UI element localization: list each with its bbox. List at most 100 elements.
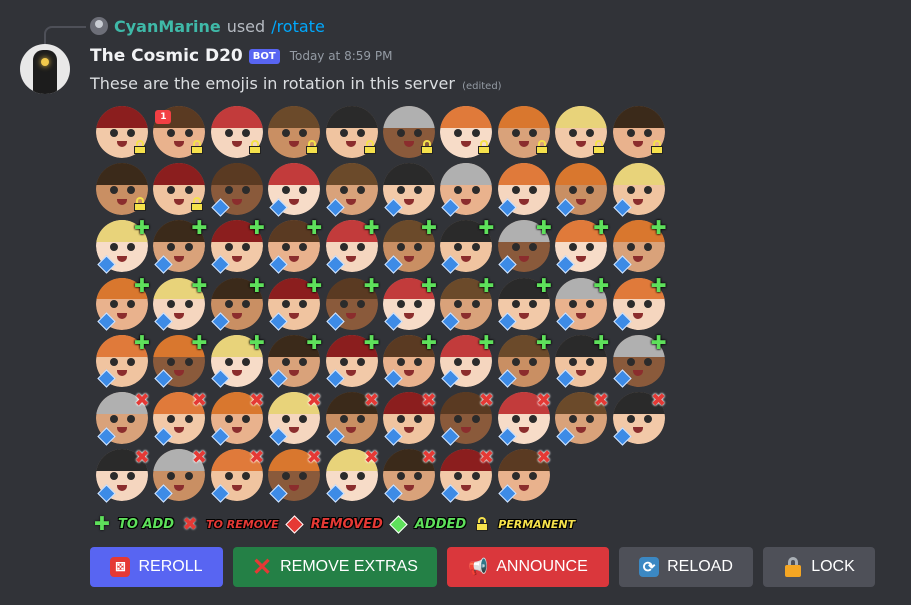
plus-icon: ✚ <box>94 513 110 535</box>
remove-extras-label: REMOVE EXTRAS <box>280 558 418 575</box>
avatar-glow <box>41 58 49 66</box>
current-diamond-icon <box>613 197 632 217</box>
x-icon: ✖ <box>249 446 265 468</box>
plus-icon: ✚ <box>478 331 495 354</box>
plus-icon: ✚ <box>535 331 552 354</box>
current-diamond-icon <box>211 369 230 388</box>
current-diamond-icon <box>555 426 575 446</box>
lock-icon <box>363 140 376 154</box>
plus-icon: ✚ <box>306 331 323 354</box>
legend-to-add: TO ADD <box>118 516 175 532</box>
message-text: These are the emojis in rotation in this… <box>90 74 455 93</box>
legend-removed: REMOVED <box>310 516 383 532</box>
current-diamond-icon <box>383 483 403 503</box>
reply-avatar[interactable] <box>90 17 108 35</box>
x-icon: ✖ <box>182 513 198 535</box>
current-diamond-icon <box>441 255 460 274</box>
current-diamond-icon <box>268 197 288 217</box>
current-diamond-icon <box>211 255 230 274</box>
current-diamond-icon <box>326 483 345 503</box>
current-diamond-icon <box>383 197 403 217</box>
x-icon: ✖ <box>536 446 552 468</box>
lock-icon <box>650 140 663 154</box>
current-diamond-icon <box>268 312 288 331</box>
plus-icon: ✚ <box>421 274 437 297</box>
lock-icon <box>134 140 146 154</box>
announce-button[interactable]: 📢 ANNOUNCE <box>447 547 609 587</box>
current-diamond-icon <box>96 483 116 503</box>
x-icon: ✖ <box>306 446 322 468</box>
x-icon: ✖ <box>134 446 150 468</box>
lock-icon <box>535 140 548 154</box>
padlock-icon <box>783 557 803 577</box>
x-icon: ✖ <box>306 389 322 411</box>
x-icon: ✖ <box>191 389 207 411</box>
current-diamond-icon <box>555 369 575 388</box>
current-diamond-icon <box>441 483 460 503</box>
current-diamond-icon <box>154 369 173 388</box>
removed-diamond-icon <box>285 514 304 534</box>
current-diamond-icon <box>498 426 517 446</box>
reply-connector <box>44 26 86 44</box>
legend: ✚ TO ADD ✖ TO REMOVE REMOVED ADDED PERMA… <box>94 513 576 535</box>
reply-used-text: used <box>226 16 266 36</box>
x-icon: ✖ <box>478 389 494 411</box>
legend-permanent: PERMANENT <box>498 517 576 531</box>
current-diamond-icon <box>613 312 632 331</box>
plus-icon: ✚ <box>191 331 208 354</box>
x-icon: ✖ <box>593 389 609 411</box>
added-diamond-icon <box>389 514 409 534</box>
plus-icon: ✚ <box>650 274 667 297</box>
plus-icon: ✚ <box>535 274 552 297</box>
lock-icon <box>248 140 261 154</box>
lock-icon <box>191 140 204 154</box>
current-diamond-icon <box>326 369 345 388</box>
lock-button[interactable]: LOCK <box>763 547 875 587</box>
current-diamond-icon <box>326 312 345 331</box>
cross-icon: ✕ <box>252 553 273 581</box>
remove-extras-button[interactable]: ✕ REMOVE EXTRAS <box>233 547 437 587</box>
plus-icon: ✚ <box>478 217 495 240</box>
die-icon: ⚄ <box>110 557 131 577</box>
current-diamond-icon <box>555 255 575 274</box>
current-diamond-icon <box>211 312 230 331</box>
reload-button[interactable]: ⟳ RELOAD <box>619 547 753 587</box>
current-diamond-icon <box>441 426 460 446</box>
reply-username[interactable]: CyanMarine <box>114 17 221 36</box>
x-icon: ✖ <box>478 446 494 468</box>
plus-icon: ✚ <box>593 217 610 240</box>
current-diamond-icon <box>326 197 345 217</box>
reload-label: RELOAD <box>667 558 733 575</box>
lock-icon <box>474 516 490 532</box>
current-diamond-icon <box>326 426 345 446</box>
message-timestamp[interactable]: Today at 8:59 PM <box>290 49 393 63</box>
current-diamond-icon <box>268 255 288 274</box>
current-diamond-icon <box>211 426 230 446</box>
current-diamond-icon <box>498 197 517 217</box>
current-diamond-icon <box>555 197 575 217</box>
plus-icon: ✚ <box>248 331 265 354</box>
current-diamond-icon <box>383 426 403 446</box>
x-icon: ✖ <box>364 446 380 468</box>
bot-avatar[interactable] <box>20 44 70 94</box>
announce-label: ANNOUNCE <box>496 558 588 575</box>
lock-icon <box>191 197 204 212</box>
reroll-button[interactable]: ⚄ REROLL <box>90 547 223 587</box>
x-icon: ✖ <box>421 446 437 468</box>
plus-icon: ✚ <box>363 217 380 240</box>
bot-name[interactable]: The Cosmic D20 <box>90 46 243 66</box>
reroll-label: REROLL <box>138 558 203 575</box>
current-diamond-icon <box>268 426 288 446</box>
reply-reference[interactable]: CyanMarine used /rotate <box>90 16 325 36</box>
current-diamond-icon <box>613 426 632 446</box>
plus-icon: ✚ <box>650 217 667 240</box>
current-diamond-icon <box>268 483 288 503</box>
current-diamond-icon <box>383 369 403 388</box>
current-diamond-icon <box>96 426 116 446</box>
current-diamond-icon <box>555 312 575 331</box>
legend-to-remove: TO REMOVE <box>206 517 279 531</box>
reply-command[interactable]: /rotate <box>271 17 325 36</box>
current-diamond-icon <box>211 483 230 503</box>
x-icon: ✖ <box>536 389 552 411</box>
current-diamond-icon <box>613 369 632 388</box>
